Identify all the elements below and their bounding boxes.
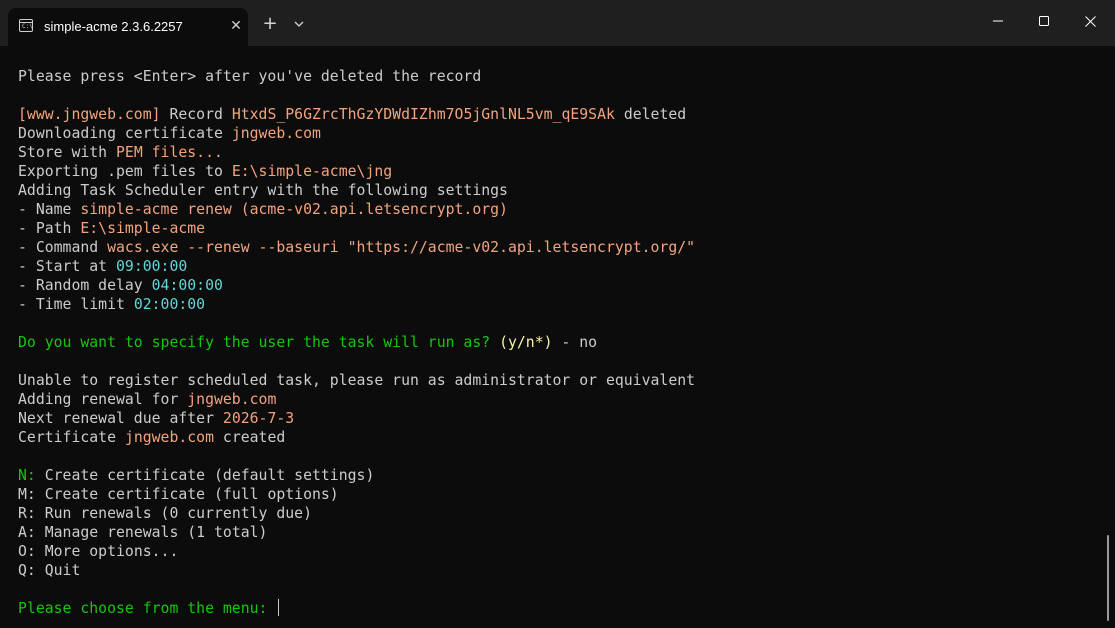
line-text: Certificate <box>18 429 125 446</box>
menu-item-quit: Q: Quit <box>18 561 1098 580</box>
line-text: - Path <box>18 220 81 237</box>
line-text: - Name <box>18 201 81 218</box>
menu-key: M: <box>18 486 36 503</box>
time-value: 02:00:00 <box>133 296 206 313</box>
highlight-value: jngweb.com <box>187 391 277 408</box>
highlight-value: E:\simple-acme\jng <box>231 163 393 180</box>
terminal-line: Adding renewal for jngweb.com <box>18 390 1098 409</box>
line-text: Adding renewal for <box>18 391 188 408</box>
terminal-line: - Random delay 04:00:00 <box>18 276 1098 295</box>
terminal-line: Unable to register scheduled task, pleas… <box>18 371 1098 390</box>
terminal-line: - Name simple-acme renew (acme-v02.api.l… <box>18 200 1098 219</box>
menu-key: Q: <box>18 562 36 579</box>
line-text: Exporting .pem files to <box>18 163 232 180</box>
highlight-value: jngweb.com <box>231 125 321 142</box>
chevron-down-icon[interactable] <box>289 13 309 35</box>
terminal-line: - Time limit 02:00:00 <box>18 295 1098 314</box>
time-value: 04:00:00 <box>151 277 223 294</box>
domain-tag: [www.jngweb.com] <box>18 106 161 123</box>
line-text: - Start at <box>18 258 116 275</box>
menu-key: R: <box>18 505 36 522</box>
plus-icon[interactable]: + <box>259 13 281 35</box>
answer-text: - no <box>552 334 598 351</box>
menu-item-create-full: M: Create certificate (full options) <box>18 485 1098 504</box>
line-text: deleted <box>614 106 687 123</box>
highlight-value: wacs.exe --renew --baseuri "https://acme… <box>107 239 696 256</box>
terminal-line: Adding Task Scheduler entry with the fol… <box>18 181 1098 200</box>
terminal-line: Downloading certificate jngweb.com <box>18 124 1098 143</box>
line-text: Record <box>160 106 232 123</box>
menu-item-create-default: N: Create certificate (default settings) <box>18 466 1098 485</box>
terminal-line: Certificate jngweb.com created <box>18 428 1098 447</box>
close-icon[interactable] <box>1067 0 1113 42</box>
terminal-line: Do you want to specify the user the task… <box>18 333 1098 352</box>
text-cursor <box>278 599 280 616</box>
highlight-value: simple-acme renew (acme-v02.api.letsencr… <box>80 201 508 218</box>
line-text: - Command <box>18 239 108 256</box>
menu-item-more-options: O: More options... <box>18 542 1098 561</box>
tab-title: simple-acme 2.3.6.2257 <box>44 19 183 34</box>
option-hint: (y/n*) <box>499 334 553 351</box>
menu-key: O: <box>18 543 36 560</box>
minimize-icon[interactable] <box>975 0 1021 42</box>
terminal-line: Next renewal due after 2026-7-3 <box>18 409 1098 428</box>
terminal-line: Exporting .pem files to E:\simple-acme\j… <box>18 162 1098 181</box>
line-text: Adding Task Scheduler entry with the fol… <box>18 182 508 199</box>
line-text: created <box>214 429 286 446</box>
line-text: - Random delay <box>18 277 152 294</box>
line-text: Please press <Enter> after you've delete… <box>18 68 482 85</box>
line-text: Store with <box>18 144 116 161</box>
menu-item-run-renewals: R: Run renewals (0 currently due) <box>18 504 1098 523</box>
terminal-line: [www.jngweb.com] Record HtxdS_P6GZrcThGz… <box>18 105 1098 124</box>
menu-label: Manage renewals (1 total) <box>35 524 268 541</box>
terminal-icon: C:\ <box>19 19 33 32</box>
menu-label: Run renewals (0 currently due) <box>35 505 312 522</box>
line-text: Next renewal due after <box>18 410 223 427</box>
terminal-line: - Start at 09:00:00 <box>18 257 1098 276</box>
record-value: HtxdS_P6GZrcThGzYDWdIZhm7O5jGnlNL5vm_qE9… <box>231 106 615 123</box>
terminal-output[interactable]: Please press <Enter> after you've delete… <box>18 67 1098 623</box>
menu-item-manage-renewals: A: Manage renewals (1 total) <box>18 523 1098 542</box>
menu-label: Create certificate (default settings) <box>35 467 375 484</box>
terminal-tab[interactable]: C:\ simple-acme 2.3.6.2257 ✕ <box>8 8 248 46</box>
time-value: 09:00:00 <box>116 258 188 275</box>
highlight-value: 2026-7-3 <box>222 410 295 427</box>
menu-key: A: <box>18 524 36 541</box>
line-text: - Time limit <box>18 296 134 313</box>
title-bar: C:\ simple-acme 2.3.6.2257 ✕ + <box>0 0 1115 46</box>
terminal-line: - Command wacs.exe --renew --baseuri "ht… <box>18 238 1098 257</box>
terminal-line: - Path E:\simple-acme <box>18 219 1098 238</box>
highlight-value: jngweb.com <box>124 429 214 446</box>
maximize-icon[interactable] <box>1021 0 1067 42</box>
close-icon[interactable]: ✕ <box>227 17 245 35</box>
scrollbar[interactable] <box>1107 535 1109 621</box>
terminal-line: Store with PEM files... <box>18 143 1098 162</box>
menu-label: Quit <box>35 562 81 579</box>
highlight-value: PEM files... <box>116 144 223 161</box>
line-text: Unable to register scheduled task, pleas… <box>18 372 696 389</box>
highlight-value: E:\simple-acme <box>80 220 206 237</box>
menu-prompt[interactable]: Please choose from the menu: <box>18 599 1098 618</box>
question-text: Do you want to specify the user the task… <box>18 334 500 351</box>
terminal-line: Please press <Enter> after you've delete… <box>18 67 1098 86</box>
line-text: Downloading certificate <box>18 125 232 142</box>
prompt-text: Please choose from the menu: <box>18 600 277 617</box>
menu-key: N: <box>18 467 36 484</box>
menu-label: More options... <box>35 543 179 560</box>
menu-label: Create certificate (full options) <box>35 486 339 503</box>
